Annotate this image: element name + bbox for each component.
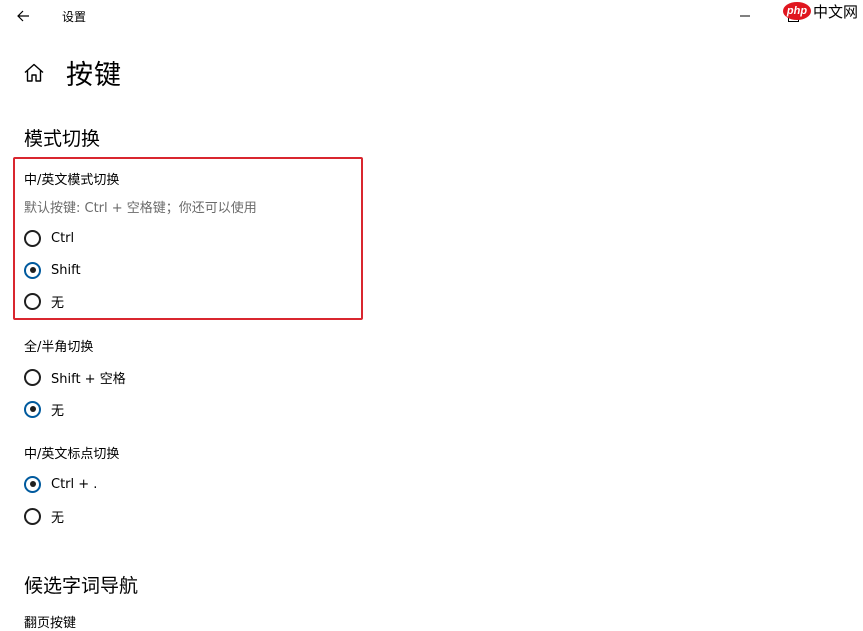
back-button[interactable] — [10, 4, 38, 28]
radio-unchecked-icon — [24, 229, 41, 247]
app-title: 设置 — [62, 10, 87, 24]
punct-label: 中/英文标点切换 — [24, 447, 120, 462]
radio-checked-icon — [24, 400, 41, 418]
page-turn-label: 翻页按键 — [24, 616, 77, 631]
radio-label: 无 — [51, 403, 65, 419]
cn-en-mode-description: 默认按键: Ctrl + 空格键；你还可以使用 — [24, 201, 257, 216]
cn-en-mode-label: 中/英文模式切换 — [24, 173, 120, 188]
watermark-logo: php — [783, 2, 811, 20]
radio-punct-ctrl-dot[interactable]: Ctrl + . — [24, 473, 97, 495]
radio-label: Shift — [51, 262, 81, 278]
home-icon — [24, 63, 44, 82]
radio-cn-en-ctrl[interactable]: Ctrl — [24, 227, 74, 249]
radio-punct-none[interactable]: 无 — [24, 505, 64, 527]
minimize-icon — [740, 15, 750, 17]
section-heading-mode-switch: 模式切换 — [24, 128, 101, 150]
radio-label: Ctrl — [51, 230, 75, 246]
home-button[interactable] — [22, 61, 46, 85]
radio-label: Ctrl + . — [51, 476, 98, 492]
radio-label: 无 — [51, 510, 65, 526]
page-title: 按键 — [66, 60, 122, 91]
radio-unchecked-icon — [24, 368, 41, 386]
radio-label: Shift + 空格 — [51, 371, 126, 387]
minimize-button[interactable] — [722, 0, 768, 32]
watermark-text: 中文网 — [813, 2, 859, 21]
title-bar: 设置 php 中文网 — [0, 0, 863, 32]
radio-cn-en-shift[interactable]: Shift — [24, 259, 81, 281]
radio-unchecked-icon — [24, 292, 41, 310]
watermark: php 中文网 — [783, 0, 858, 22]
radio-cn-en-none[interactable]: 无 — [24, 290, 64, 312]
radio-label: 无 — [51, 295, 65, 311]
radio-checked-icon — [24, 475, 41, 493]
radio-checked-icon — [24, 261, 41, 279]
full-half-label: 全/半角切换 — [24, 340, 94, 355]
back-arrow-icon — [17, 10, 29, 22]
radio-full-half-none[interactable]: 无 — [24, 398, 64, 420]
radio-full-half-shift-space[interactable]: Shift + 空格 — [24, 366, 126, 388]
section-heading-candidate-nav: 候选字词导航 — [24, 575, 139, 597]
radio-unchecked-icon — [24, 507, 41, 525]
